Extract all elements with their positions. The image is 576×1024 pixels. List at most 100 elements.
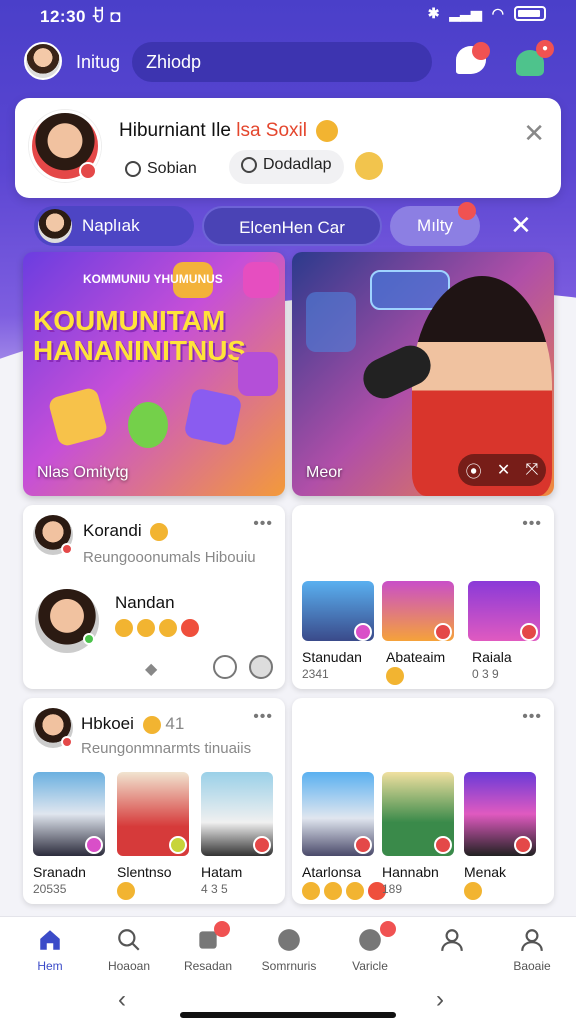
reaction-icon — [115, 619, 133, 637]
post-author: Korandi — [83, 521, 169, 541]
nav-badge — [214, 921, 230, 937]
close-icon[interactable]: ✕ — [523, 118, 545, 149]
status-badge — [434, 623, 452, 641]
group-title-accent: lsa Soxil — [236, 120, 307, 142]
app-tile-icon — [243, 262, 279, 298]
status-badge — [253, 836, 271, 854]
hero-live-stream[interactable]: Meor ⦿ ✕ ⤧ — [292, 252, 554, 496]
tab-badge — [458, 202, 476, 220]
search-icon — [118, 929, 140, 951]
reactions — [117, 882, 135, 900]
nav-label: Hem — [37, 959, 63, 973]
hero-label: Nlas Omitytg — [37, 464, 129, 481]
tab-label: Naplıak — [82, 216, 140, 235]
media-card[interactable]: ••• Stanudan 2341 Abateaim Raiala 0 3 9 — [292, 505, 554, 689]
notification-dot — [472, 42, 490, 60]
thumb-sub: 0 3 9 — [472, 667, 499, 681]
thumb-name: Menak — [464, 864, 507, 880]
nested-name: Nandan — [115, 593, 175, 612]
hero-label: Meor — [306, 464, 343, 481]
wifi-icon: ◠ — [491, 5, 504, 21]
sticker-icon[interactable] — [355, 152, 383, 180]
signal-icon: ▂▃▅ — [449, 5, 482, 21]
close-icon[interactable]: ✕ — [510, 210, 532, 241]
profile-icon — [441, 929, 463, 951]
hero-subtitle: KOMMUNIU YHUMUNUS — [83, 272, 223, 286]
thumb-sub: 189 — [382, 882, 403, 896]
group-card[interactable]: Hiburniant Ile lsa Soxil ✕ Sobian Dodadl… — [15, 98, 561, 198]
nav-label: Baoaie — [513, 959, 551, 973]
reaction-icon — [324, 882, 342, 900]
post-card[interactable]: ••• Korandi Reungooonumals Hibouiu Nanda… — [23, 505, 285, 689]
media-controls[interactable]: ⦿ ✕ ⤧ — [458, 454, 546, 486]
like-icon[interactable]: ◆ — [145, 659, 157, 679]
nav-home[interactable]: Hem — [10, 927, 90, 973]
status-badge — [520, 623, 538, 641]
tab-user[interactable]: Naplıak — [34, 206, 194, 246]
chevron-left-icon[interactable]: ‹ — [118, 986, 126, 1014]
search-input[interactable]: Zhiodp — [132, 42, 432, 82]
status-badge — [354, 836, 372, 854]
more-icon[interactable]: ••• — [522, 515, 542, 533]
chat-bubble-icon — [128, 402, 168, 448]
status-badge — [354, 623, 372, 641]
hero-community-banner[interactable]: KOMMUNIU YHUMUNUS KOUMUNITAM HANANINITNU… — [23, 252, 285, 496]
nav-messages[interactable]: Resadan — [168, 927, 248, 973]
status-badge — [514, 836, 532, 854]
more-icon[interactable]: ••• — [253, 515, 273, 533]
status-badge — [83, 633, 95, 645]
screen-panel — [306, 292, 356, 352]
settings-icon[interactable] — [249, 655, 273, 679]
reaction-icon — [302, 882, 320, 900]
chip-sobian[interactable]: Sobian — [119, 156, 203, 186]
nav-label: Hoaoan — [107, 959, 151, 973]
thumb-name: Raiala — [472, 649, 512, 665]
post-subtitle: Reungooonumals Hibouiu — [83, 549, 256, 566]
nav-search[interactable]: Hoaoan — [89, 927, 169, 973]
reaction-icon — [346, 882, 364, 900]
tabs-row: Naplıak ElcenHen Car Mılty ✕ — [20, 202, 560, 246]
timer-icon[interactable] — [213, 655, 237, 679]
reaction-icon — [386, 667, 404, 685]
reactions — [464, 882, 482, 900]
status-badge — [61, 543, 73, 555]
reaction-icon — [137, 619, 155, 637]
thumb-sub: 2341 — [302, 667, 329, 681]
chip-dodadlap[interactable]: Dodadlap — [229, 150, 344, 184]
nav-community[interactable]: Somrnuris — [249, 927, 329, 973]
post-card[interactable]: ••• Hbkoei 41 Reungonmnarmts tinuaiis Sr… — [23, 698, 285, 904]
more-icon[interactable]: ••• — [253, 708, 273, 726]
status-badge — [169, 836, 187, 854]
tab-middle[interactable]: ElcenHen Car — [202, 206, 382, 246]
community-icon — [278, 929, 300, 951]
reactions — [115, 619, 199, 637]
nav-label: Varicle — [352, 959, 388, 973]
post-author-name: Hbkoei — [81, 714, 134, 733]
nav-games[interactable]: Varicle — [330, 927, 410, 973]
emoji-icon — [142, 715, 161, 734]
more-icon[interactable]: ••• — [522, 708, 542, 726]
post-subtitle: Reungonmnarmts tinuaiis — [81, 740, 252, 757]
status-badge — [85, 836, 103, 854]
chip-label: Sobian — [147, 160, 197, 177]
status-bar: 12:30 ꀀ ◘ ✱ ▂▃▅ ◠ — [0, 0, 576, 30]
chevron-right-icon[interactable]: › — [436, 986, 444, 1014]
expand-icon[interactable]: ⤧ — [526, 461, 539, 479]
home-indicator[interactable] — [180, 1012, 396, 1018]
pin-icon — [241, 156, 257, 173]
avatar[interactable] — [24, 42, 62, 80]
nav-label: Resadan — [183, 959, 233, 973]
bluetooth-icon: ✱ — [427, 5, 440, 21]
chip-label: Dodadlap — [263, 156, 332, 173]
media-card[interactable]: ••• Atarlonsa Hannabn 189 Menak — [292, 698, 554, 904]
thumb-name: Hatam — [201, 864, 243, 880]
record-icon[interactable]: ⦿ — [466, 458, 482, 482]
photo-tile-icon — [47, 386, 109, 448]
nav-profile[interactable] — [412, 927, 492, 959]
share-icon[interactable]: ✕ — [497, 460, 510, 480]
nav-user[interactable]: Baoaie — [492, 927, 572, 973]
reaction-icon — [181, 619, 199, 637]
reactions — [302, 882, 386, 900]
gift-tile-icon — [238, 352, 278, 396]
user-icon — [521, 929, 543, 951]
